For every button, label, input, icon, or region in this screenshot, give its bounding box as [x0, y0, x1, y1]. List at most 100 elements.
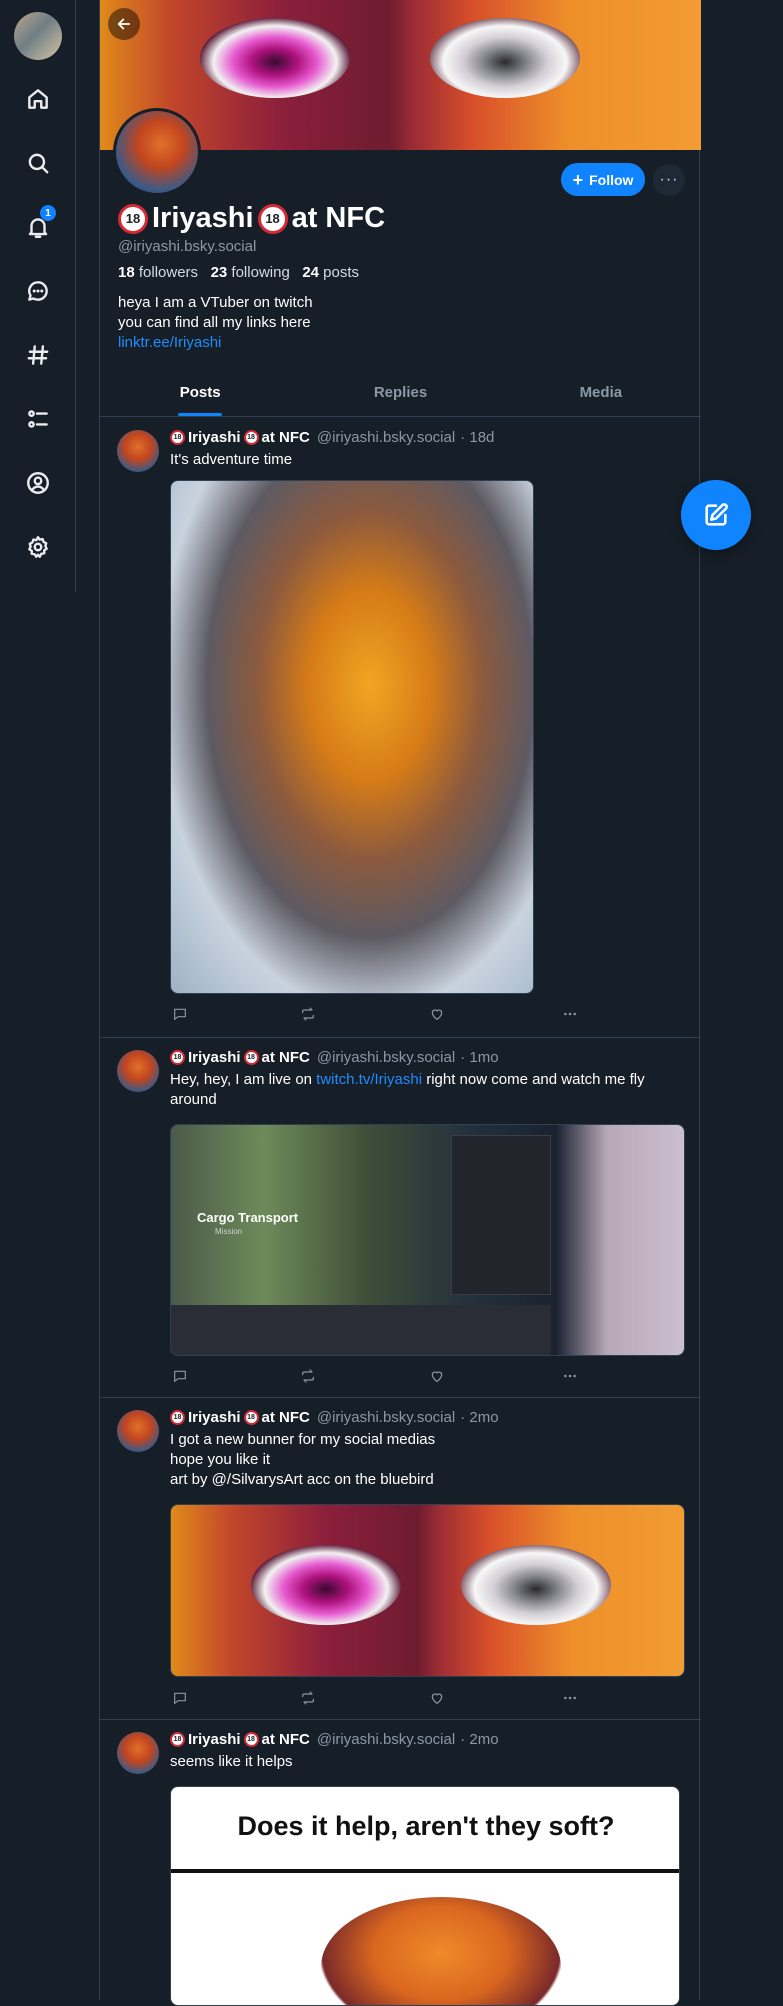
post-author-handle[interactable]: @iriyashi.bsky.social — [317, 1409, 455, 1426]
post-image[interactable]: Cargo Transport Mission — [170, 1124, 685, 1356]
hash-icon — [27, 345, 49, 365]
post-author-name-part1[interactable]: Iriyashi — [188, 1409, 241, 1426]
heart-icon — [431, 1371, 443, 1382]
active-tab-indicator — [178, 413, 223, 416]
post-timestamp[interactable]: · 2mo — [460, 1731, 498, 1748]
post-author-name-part2[interactable]: at NFC — [262, 429, 310, 446]
post-author-name-part2[interactable]: at NFC — [262, 1731, 310, 1748]
post-timestamp[interactable]: · 18d — [460, 429, 494, 446]
follow-button[interactable]: + Follow — [561, 163, 645, 196]
heart-icon — [431, 1693, 443, 1704]
post-header: 18 Iriyashi 18 at NFC @iriyashi.bsky.soc… — [170, 429, 494, 446]
post-more-button[interactable] — [560, 1366, 580, 1386]
current-user-avatar[interactable] — [14, 12, 62, 60]
posts-label: posts — [323, 264, 360, 281]
profile-tabs: Posts Replies Media — [100, 372, 701, 417]
rating-18-icon: 18 — [170, 430, 185, 445]
posts-stat: 24 posts — [302, 264, 359, 281]
tab-media[interactable]: Media — [501, 372, 701, 416]
sidebar-nav: 1 — [0, 0, 76, 592]
list-icon — [28, 410, 48, 428]
nav-settings-button[interactable] — [18, 527, 58, 567]
notification-badge: 1 — [40, 205, 56, 221]
profile-icon — [27, 472, 49, 494]
post-author-name-part2[interactable]: at NFC — [262, 1049, 310, 1066]
back-button[interactable] — [108, 8, 140, 40]
tab-label: Posts — [179, 384, 221, 401]
post-timestamp[interactable]: · 2mo — [460, 1409, 498, 1426]
profile-avatar[interactable] — [113, 108, 201, 196]
bio-link[interactable]: linktr.ee/Iriyashi — [118, 333, 313, 353]
post-author-name-part2[interactable]: at NFC — [262, 1409, 310, 1426]
post-author-avatar[interactable] — [117, 1732, 159, 1774]
post-author-name-part1[interactable]: Iriyashi — [188, 1731, 241, 1748]
post-author-avatar[interactable] — [117, 1410, 159, 1452]
banner-eye-left — [200, 18, 350, 98]
like-button[interactable] — [427, 1688, 447, 1708]
rating-18-icon: 18 — [170, 1050, 185, 1065]
repost-icon — [302, 1691, 314, 1705]
post-author-handle[interactable]: @iriyashi.bsky.social — [317, 429, 455, 446]
post-timestamp[interactable]: · 1mo — [460, 1049, 498, 1066]
feed-post[interactable]: 18 Iriyashi 18 at NFC @iriyashi.bsky.soc… — [100, 1720, 701, 2006]
tab-posts[interactable]: Posts — [100, 372, 300, 416]
nav-feeds-button[interactable] — [18, 335, 58, 375]
image-divider — [171, 1869, 679, 1873]
bio-line: you can find all my links here — [118, 314, 311, 331]
display-name-part2: at NFC — [291, 202, 386, 234]
settings-icon — [28, 536, 48, 558]
followers-stat[interactable]: 18 followers — [118, 264, 198, 281]
rating-18-icon: 18 — [170, 1410, 185, 1425]
rating-18-icon: 18 — [243, 1410, 259, 1425]
repost-button[interactable] — [298, 1688, 318, 1708]
like-button[interactable] — [427, 1366, 447, 1386]
compose-button[interactable] — [681, 480, 751, 550]
reply-button[interactable] — [170, 1366, 190, 1386]
tab-replies[interactable]: Replies — [300, 372, 500, 416]
post-image[interactable]: Does it help, aren't they soft? — [170, 1786, 680, 2006]
chat-icon — [28, 281, 48, 301]
post-text: It's adventure time — [170, 451, 293, 468]
post-image[interactable] — [170, 480, 534, 994]
nav-chat-button[interactable] — [18, 271, 58, 311]
post-author-name-part1[interactable]: Iriyashi — [188, 429, 241, 446]
nav-search-button[interactable] — [18, 143, 58, 183]
post-author-name-part1[interactable]: Iriyashi — [188, 1049, 241, 1066]
following-count: 23 — [210, 264, 228, 281]
following-label: following — [231, 264, 290, 281]
display-name-part1: Iriyashi — [152, 202, 254, 234]
following-stat[interactable]: 23 following — [211, 264, 290, 281]
post-author-handle[interactable]: @iriyashi.bsky.social — [317, 1049, 455, 1066]
reply-button[interactable] — [170, 1688, 190, 1708]
followers-label: followers — [138, 264, 199, 281]
post-more-button[interactable] — [560, 1004, 580, 1024]
post-author-handle[interactable]: @iriyashi.bsky.social — [317, 1731, 455, 1748]
reply-button[interactable] — [170, 1004, 190, 1024]
post-text-line: art by @/SilvarysArt acc on the bluebird — [170, 1471, 434, 1488]
repost-icon — [302, 1007, 314, 1021]
feed-post[interactable]: 18 Iriyashi 18 at NFC @iriyashi.bsky.soc… — [100, 418, 701, 1038]
stream-overlay-title: Cargo Transport — [197, 1210, 299, 1225]
tab-label: Media — [579, 384, 623, 401]
feed-post[interactable]: 18 Iriyashi 18 at NFC @iriyashi.bsky.soc… — [100, 1398, 701, 1720]
post-author-avatar[interactable] — [117, 430, 159, 472]
profile-column: + Follow ··· 18 Iriyashi 18 at NFC @iriy… — [99, 0, 701, 2006]
post-header: 18 Iriyashi 18 at NFC @iriyashi.bsky.soc… — [170, 1409, 499, 1426]
nav-home-button[interactable] — [18, 79, 58, 119]
nav-notifications-button[interactable]: 1 — [18, 205, 58, 247]
post-link[interactable]: twitch.tv/Iriyashi — [316, 1071, 422, 1088]
post-more-button[interactable] — [560, 1688, 580, 1708]
post-text-line: I got a new bunner for my social medias — [170, 1431, 436, 1448]
repost-button[interactable] — [298, 1004, 318, 1024]
post-image[interactable] — [170, 1504, 685, 1677]
follow-label: Follow — [589, 171, 634, 188]
repost-button[interactable] — [298, 1366, 318, 1386]
image-illustration — [321, 1897, 561, 2005]
post-author-avatar[interactable] — [117, 1050, 159, 1092]
post-header: 18 Iriyashi 18 at NFC @iriyashi.bsky.soc… — [170, 1049, 499, 1066]
profile-more-button[interactable]: ··· — [653, 164, 685, 196]
feed-post[interactable]: 18 Iriyashi 18 at NFC @iriyashi.bsky.soc… — [100, 1038, 701, 1398]
like-button[interactable] — [427, 1004, 447, 1024]
nav-lists-button[interactable] — [18, 399, 58, 439]
nav-profile-button[interactable] — [18, 463, 58, 503]
